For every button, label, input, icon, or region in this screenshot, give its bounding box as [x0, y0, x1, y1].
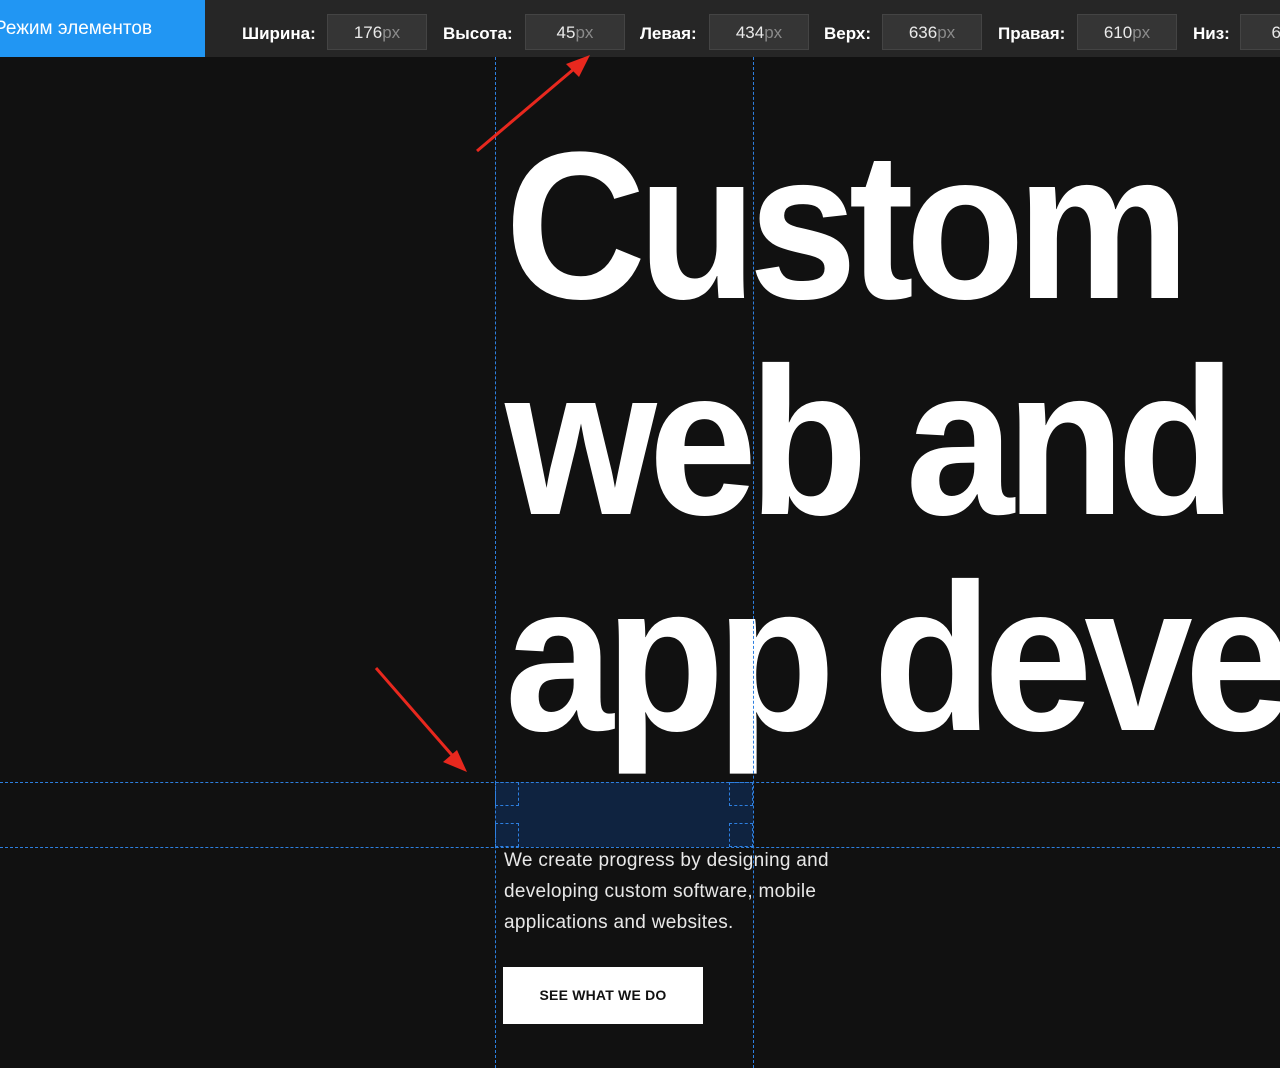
- left-label: Левая:: [640, 24, 697, 43]
- width-label: Ширина:: [242, 24, 316, 43]
- headline-line-3: app deve: [505, 540, 1280, 775]
- width-input[interactable]: 176px: [327, 14, 427, 50]
- right-label: Правая:: [998, 24, 1066, 43]
- selected-element-highlight[interactable]: [495, 782, 753, 847]
- bottom-value: 68: [1271, 23, 1280, 42]
- top-label: Верх:: [824, 24, 872, 43]
- left-unit: px: [764, 23, 783, 42]
- bottom-input[interactable]: 68px: [1240, 14, 1280, 50]
- element-mode-button[interactable]: Режим элементов: [0, 0, 205, 57]
- arrow-bottom-icon: [374, 667, 467, 772]
- guide-top: [0, 782, 1280, 783]
- see-what-we-do-button[interactable]: SEE WHAT WE DO: [503, 967, 703, 1024]
- bottom-label: Низ:: [1193, 24, 1230, 43]
- selection-corner-tr: [729, 782, 753, 806]
- top-unit: px: [937, 23, 956, 42]
- right-value: 610: [1103, 23, 1133, 42]
- top-input[interactable]: 636px: [882, 14, 982, 50]
- left-value: 434: [735, 23, 765, 42]
- height-input[interactable]: 45px: [525, 14, 625, 50]
- hero-headline: Custom web and app deve: [505, 108, 1280, 775]
- height-label: Высота:: [443, 24, 513, 43]
- height-value: 45: [556, 23, 576, 42]
- right-unit: px: [1132, 23, 1151, 42]
- top-value: 636: [908, 23, 938, 42]
- width-unit: px: [382, 23, 401, 42]
- selection-corner-tl: [495, 782, 519, 806]
- left-input[interactable]: 434px: [709, 14, 809, 50]
- headline-line-1: Custom: [505, 108, 1190, 343]
- selection-corner-bl: [495, 823, 519, 847]
- guide-left: [495, 57, 496, 1068]
- selection-corner-br: [729, 823, 753, 847]
- height-unit: px: [575, 23, 594, 42]
- headline-line-2: web and: [505, 324, 1236, 559]
- hero-description: We create progress by designing and deve…: [504, 850, 829, 933]
- right-input[interactable]: 610px: [1077, 14, 1177, 50]
- inspector-toolbar: Режим элементов Ширина: 176px Высота: 45…: [0, 0, 1280, 57]
- width-value: 176: [353, 23, 383, 42]
